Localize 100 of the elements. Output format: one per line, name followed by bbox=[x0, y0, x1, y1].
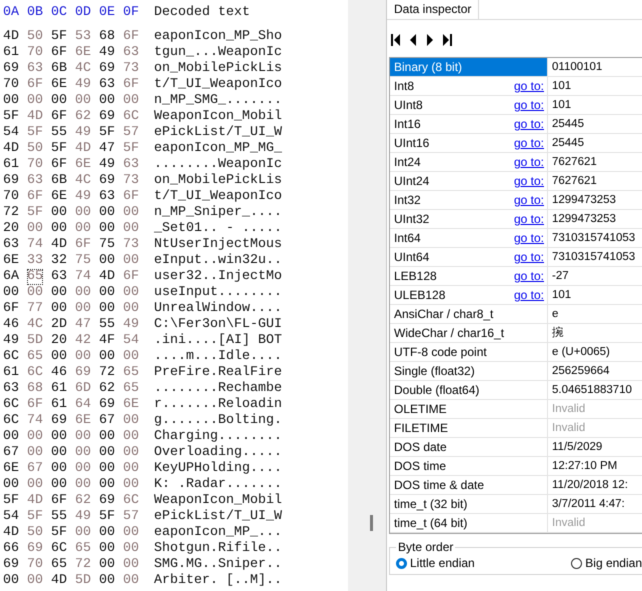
first-icon[interactable] bbox=[391, 34, 400, 46]
hex-byte[interactable]: 57 bbox=[123, 509, 139, 525]
hex-byte[interactable]: 47 bbox=[99, 141, 115, 157]
hex-byte[interactable]: 00 bbox=[123, 285, 139, 301]
hex-byte[interactable]: 75 bbox=[99, 237, 115, 253]
goto-link[interactable]: go to: bbox=[514, 153, 544, 171]
hex-byte[interactable]: 65 bbox=[75, 541, 91, 557]
hex-byte[interactable]: 00 bbox=[51, 477, 67, 493]
hex-byte[interactable]: 68 bbox=[27, 381, 43, 397]
data-type-row[interactable]: UInt24 go to: bbox=[390, 172, 548, 190]
hex-byte[interactable]: 46 bbox=[3, 317, 19, 333]
hex-byte[interactable]: 50 bbox=[27, 141, 43, 157]
data-type-row[interactable]: UInt16 go to: bbox=[390, 134, 548, 152]
hex-byte[interactable]: 00 bbox=[27, 573, 43, 589]
hex-byte[interactable]: 6F bbox=[123, 189, 139, 205]
hex-byte[interactable]: 62 bbox=[99, 381, 115, 397]
last-icon[interactable] bbox=[443, 34, 452, 46]
hex-byte[interactable]: 00 bbox=[75, 221, 91, 237]
hex-byte[interactable]: 00 bbox=[99, 205, 115, 221]
hex-byte[interactable]: 6F bbox=[51, 109, 67, 125]
hex-byte[interactable]: 00 bbox=[27, 221, 43, 237]
goto-link[interactable]: go to: bbox=[514, 229, 544, 247]
hex-byte[interactable]: 61 bbox=[3, 45, 19, 61]
next-icon[interactable] bbox=[426, 34, 434, 46]
hex-byte[interactable]: 49 bbox=[3, 333, 19, 349]
hex-byte[interactable]: 53 bbox=[75, 29, 91, 45]
hex-byte[interactable]: 00 bbox=[27, 285, 43, 301]
hex-byte[interactable]: 4C bbox=[75, 173, 91, 189]
hex-byte[interactable]: 00 bbox=[51, 93, 67, 109]
hex-byte[interactable]: 69 bbox=[75, 365, 91, 381]
hex-byte[interactable]: 63 bbox=[99, 77, 115, 93]
hex-byte[interactable]: 6F bbox=[75, 237, 91, 253]
hex-byte[interactable]: 6E bbox=[51, 77, 67, 93]
hex-byte[interactable]: 72 bbox=[99, 365, 115, 381]
radio-button[interactable] bbox=[396, 558, 407, 568]
hex-byte[interactable]: 00 bbox=[27, 93, 43, 109]
hex-byte[interactable]: 70 bbox=[27, 157, 43, 173]
hex-byte[interactable]: 70 bbox=[27, 45, 43, 61]
hex-byte[interactable]: 74 bbox=[27, 413, 43, 429]
hex-byte[interactable]: 6F bbox=[27, 397, 43, 413]
data-type-row[interactable]: Binary (8 bit) bbox=[390, 58, 548, 76]
hex-byte[interactable]: 00 bbox=[27, 429, 43, 445]
hex-byte[interactable]: 69 bbox=[3, 557, 19, 573]
hex-byte[interactable]: 62 bbox=[75, 493, 91, 509]
goto-link[interactable]: go to: bbox=[514, 286, 544, 304]
hex-byte[interactable]: 6C bbox=[51, 541, 67, 557]
hex-byte[interactable]: 5F bbox=[3, 109, 19, 125]
hex-byte[interactable]: 63 bbox=[27, 173, 43, 189]
hex-byte[interactable]: 6C bbox=[123, 493, 139, 509]
hex-byte[interactable]: 49 bbox=[99, 157, 115, 173]
hex-byte[interactable]: 00 bbox=[51, 445, 67, 461]
hex-byte[interactable]: 00 bbox=[123, 93, 139, 109]
data-type-row[interactable]: UInt64 go to: bbox=[390, 248, 548, 266]
hex-byte[interactable]: 50 bbox=[27, 525, 43, 541]
previous-icon[interactable] bbox=[409, 34, 417, 46]
hex-byte[interactable]: 70 bbox=[3, 77, 19, 93]
hex-byte[interactable]: 6E bbox=[3, 253, 19, 269]
data-type-row[interactable]: DOS time bbox=[390, 457, 548, 475]
goto-link[interactable]: go to: bbox=[514, 172, 544, 190]
data-type-row[interactable]: Int8 go to: bbox=[390, 77, 548, 95]
hex-byte[interactable]: 00 bbox=[123, 205, 139, 221]
hex-byte[interactable]: 70 bbox=[27, 557, 43, 573]
hex-byte[interactable]: 68 bbox=[99, 29, 115, 45]
hex-byte[interactable]: 6E bbox=[75, 157, 91, 173]
hex-byte[interactable]: 74 bbox=[27, 237, 43, 253]
hex-byte[interactable]: 6E bbox=[51, 189, 67, 205]
hex-byte[interactable]: 00 bbox=[51, 461, 67, 477]
hex-byte[interactable]: 6E bbox=[75, 413, 91, 429]
hex-byte[interactable]: 00 bbox=[123, 461, 139, 477]
hex-byte[interactable]: 00 bbox=[75, 445, 91, 461]
hex-byte[interactable]: 4C bbox=[75, 61, 91, 77]
hex-byte[interactable]: 5F bbox=[99, 125, 115, 141]
hex-byte[interactable]: 20 bbox=[51, 333, 67, 349]
data-type-row[interactable]: UTF-8 code point bbox=[390, 343, 548, 361]
data-type-row[interactable]: DOS date bbox=[390, 438, 548, 456]
data-type-row[interactable]: AnsiChar / char8_t bbox=[390, 305, 548, 323]
hex-byte[interactable]: 5F bbox=[51, 525, 67, 541]
goto-link[interactable]: go to: bbox=[514, 267, 544, 285]
hex-byte[interactable]: 00 bbox=[123, 525, 139, 541]
data-type-row[interactable]: Single (float32) bbox=[390, 362, 548, 380]
goto-link[interactable]: go to: bbox=[514, 248, 544, 266]
hex-byte[interactable]: 69 bbox=[51, 413, 67, 429]
hex-byte[interactable]: 4C bbox=[27, 317, 43, 333]
data-type-row[interactable]: Int32 go to: bbox=[390, 191, 548, 209]
hex-byte[interactable]: 49 bbox=[75, 509, 91, 525]
hex-byte[interactable]: 6C bbox=[27, 365, 43, 381]
hex-byte[interactable]: 62 bbox=[75, 109, 91, 125]
hex-byte[interactable]: 00 bbox=[3, 93, 19, 109]
goto-link[interactable]: go to: bbox=[514, 77, 544, 95]
scrollbar-thumb[interactable] bbox=[370, 515, 373, 531]
goto-link[interactable]: go to: bbox=[514, 134, 544, 152]
hex-byte[interactable]: 55 bbox=[99, 317, 115, 333]
hex-byte[interactable]: 5F bbox=[51, 141, 67, 157]
hex-byte[interactable]: 69 bbox=[99, 173, 115, 189]
hex-byte[interactable]: 6C bbox=[123, 109, 139, 125]
data-type-row[interactable]: Int24 go to: bbox=[390, 153, 548, 171]
hex-byte[interactable]: 6F bbox=[51, 493, 67, 509]
hex-byte[interactable]: 47 bbox=[75, 317, 91, 333]
hex-byte[interactable]: 67 bbox=[99, 413, 115, 429]
hex-byte[interactable]: 65 bbox=[51, 557, 67, 573]
